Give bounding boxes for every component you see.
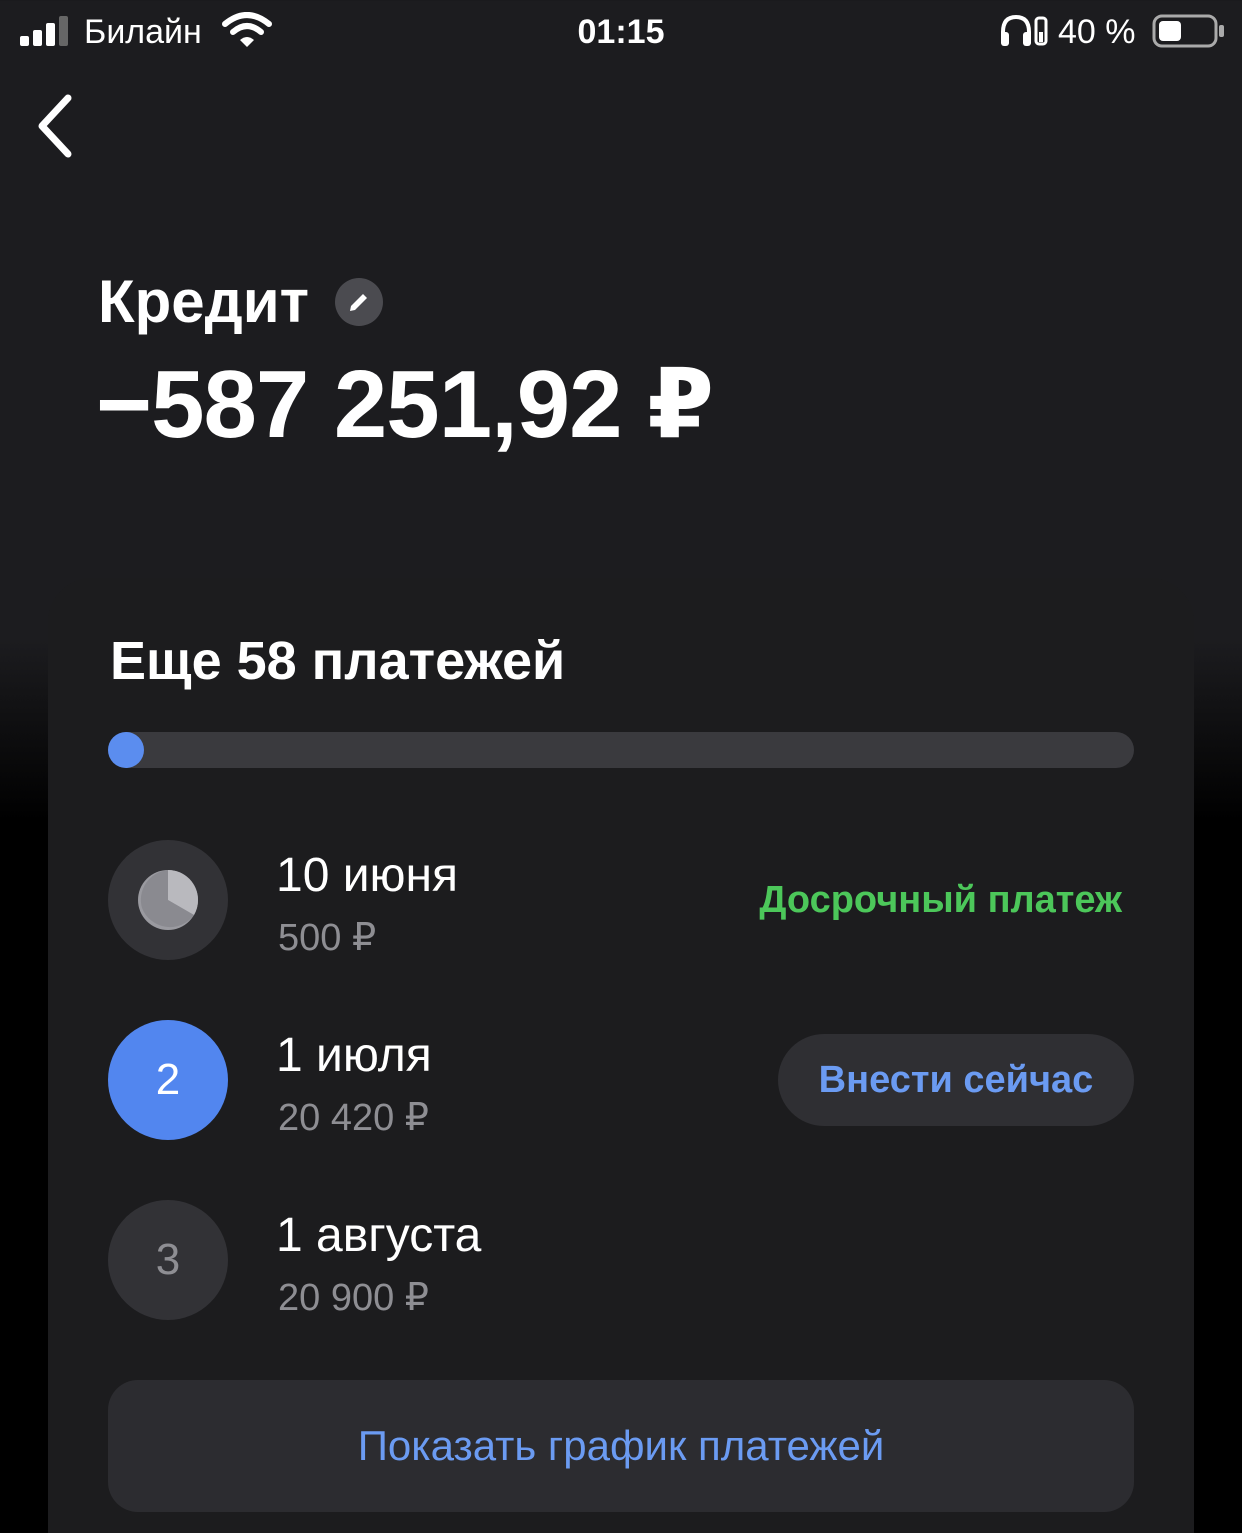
title-row: Кредит [98, 266, 383, 338]
headphones-icon [1001, 14, 1048, 46]
payment-amount: 20 900 ₽ [278, 1277, 429, 1319]
edit-name-button[interactable] [335, 278, 383, 326]
payments-remaining-title: Еще 58 платежей [110, 631, 566, 691]
payment-number-circle: 2 [108, 1020, 228, 1140]
early-payment-link[interactable]: Досрочный платеж [759, 878, 1122, 922]
payment-row: 10 июня 500 ₽ Досрочный платеж [108, 840, 1134, 960]
battery-percent: 40 % [1058, 13, 1136, 51]
battery-icon [1152, 14, 1224, 48]
payment-date: 1 июля [276, 1029, 432, 1082]
pay-now-button[interactable]: Внести сейчас [778, 1034, 1134, 1126]
show-schedule-button[interactable]: Показать график платежей [108, 1380, 1134, 1512]
payment-amount: 20 420 ₽ [278, 1097, 429, 1139]
progress-fill [108, 732, 144, 768]
status-time: 01:15 [577, 13, 665, 51]
page-title: Кредит [98, 268, 309, 335]
payment-number-circle: 3 [108, 1200, 228, 1320]
payment-row: 3 1 августа 20 900 ₽ [108, 1200, 1134, 1320]
payments-card: Еще 58 платежей 10 июня 500 ₽ Досрочный … [48, 578, 1194, 1533]
payment-status-circle [108, 840, 228, 960]
payment-amount: 500 ₽ [278, 917, 377, 959]
back-button[interactable] [24, 88, 86, 164]
payment-date: 10 июня [276, 849, 459, 902]
payment-row: 2 1 июля 20 420 ₽ Внести сейчас [108, 1020, 1134, 1140]
pencil-icon [350, 294, 367, 311]
payments-progress-bar [108, 732, 1134, 768]
status-bar: Билайн 01:15 40 % [0, 0, 1242, 64]
payment-date: 1 августа [276, 1209, 482, 1262]
pie-clock-icon [138, 870, 199, 930]
loan-balance: −587 251,92 ₽ [96, 351, 714, 458]
